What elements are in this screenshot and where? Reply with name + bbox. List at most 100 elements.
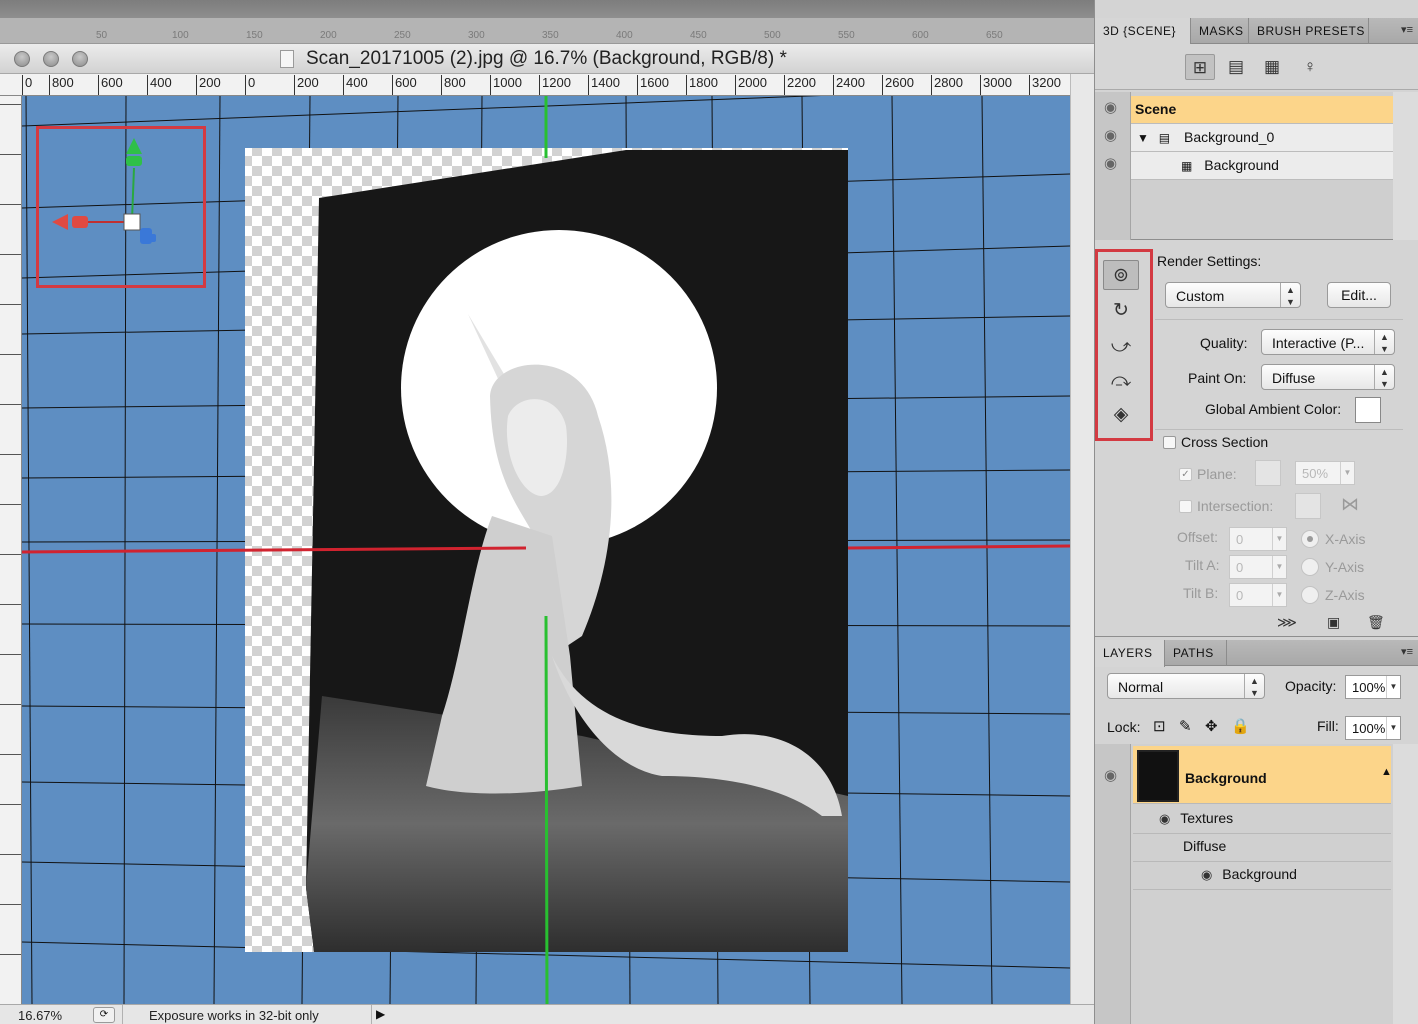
status-menu-arrow-icon[interactable]: ▶	[376, 1007, 385, 1021]
tab-brush-presets[interactable]: BRUSH PRESETS	[1249, 18, 1369, 44]
plane-checkbox[interactable]: ✓	[1179, 468, 1192, 481]
ruler-label: 800	[49, 75, 74, 95]
diffuse-label: Diffuse	[1183, 838, 1227, 854]
layer-effect-diffuse[interactable]: Diffuse	[1133, 834, 1391, 862]
tab-3d-scene[interactable]: 3D {SCENE}	[1095, 18, 1191, 45]
mesh-icon[interactable]: ▤	[1221, 54, 1251, 80]
flip-plane-icon[interactable]: ⋈	[1341, 494, 1359, 515]
photoshop-window: ▸▸ 50 100 150 200 250 300 350 400 450 50…	[0, 0, 1418, 1024]
opacity-field[interactable]: 100% ▼	[1345, 675, 1401, 699]
document-canvas[interactable]	[22, 96, 1070, 1004]
quality-select[interactable]: Interactive (P... ▲ ▼	[1261, 329, 1395, 355]
eye-icon[interactable]: ◉	[1104, 154, 1117, 172]
tilt-a-value: 0	[1236, 560, 1244, 575]
scene-list: ◉ ◉ ◉ Scene ▼ ▤ Background_0 ▦ Backgroun…	[1095, 92, 1418, 240]
minimize-window-button[interactable]	[43, 51, 59, 67]
scene-item-scene[interactable]: Scene	[1131, 96, 1393, 124]
opacity-label: Opacity:	[1285, 678, 1337, 694]
tab-layers[interactable]: LAYERS	[1095, 640, 1165, 667]
ruler-tick	[0, 954, 21, 1004]
ruler-label: 400	[343, 75, 368, 95]
cross-section-checkbox[interactable]	[1163, 436, 1176, 449]
ruler-label: 1600	[637, 75, 669, 95]
zoom-window-button[interactable]	[72, 51, 88, 67]
intersection-color-swatch[interactable]	[1295, 493, 1321, 519]
lock-pixels-icon[interactable]: ✎	[1179, 717, 1192, 735]
scene-item-background[interactable]: ▦ Background	[1131, 152, 1393, 180]
plane-opacity-value: 50%	[1302, 466, 1329, 481]
horizontal-ruler[interactable]: 0 800 600 400 200 0 200 400 600 800 1000…	[0, 74, 1070, 96]
ruler-tick	[0, 454, 21, 504]
ruler-tick	[0, 504, 21, 554]
lock-position-icon[interactable]: ✥	[1205, 717, 1218, 735]
paint-on-label: Paint On:	[1188, 370, 1247, 386]
status-info-icon[interactable]: ⟳	[93, 1007, 115, 1023]
vertical-scrollbar[interactable]	[1070, 74, 1094, 1004]
panel-menu-icon[interactable]: ▾≡	[1401, 645, 1413, 658]
plane-opacity-field[interactable]: 50% ▼	[1295, 461, 1355, 485]
close-window-button[interactable]	[14, 51, 30, 67]
ruler-label: 200	[294, 75, 319, 95]
paint-on-select[interactable]: Diffuse ▲ ▼	[1261, 364, 1395, 390]
render-settings-label: Render Settings:	[1157, 253, 1262, 269]
scene-tabbar: 3D {SCENE} MASKS BRUSH PRESETS ▾≡	[1095, 18, 1418, 45]
eye-icon[interactable]: ◉	[1104, 126, 1117, 144]
fill-field[interactable]: 100% ▼	[1345, 716, 1401, 740]
offset-field[interactable]: 0 ▼	[1229, 527, 1287, 551]
layer-effect-diffuse-background[interactable]: ◉ Background	[1133, 862, 1391, 890]
blend-mode-select[interactable]: Normal ▲ ▼	[1107, 673, 1265, 699]
lock-all-icon[interactable]: 🔒	[1231, 717, 1250, 735]
ruler-tick	[0, 554, 21, 604]
tab-masks[interactable]: MASKS	[1191, 18, 1249, 44]
new-light-icon[interactable]: ▣	[1327, 614, 1340, 631]
z-axis-radio[interactable]	[1301, 586, 1319, 604]
ruler-tick	[0, 754, 21, 804]
status-message: Exposure works in 32-bit only	[122, 1005, 372, 1024]
layer-row-background[interactable]: Background	[1133, 746, 1391, 804]
plane-color-swatch[interactable]	[1255, 460, 1281, 486]
intersection-checkbox[interactable]	[1179, 500, 1192, 513]
toggle-ground-plane-icon[interactable]: ⋙	[1277, 614, 1297, 631]
layers-scrollbar[interactable]	[1393, 744, 1418, 1024]
render-preset-select[interactable]: Custom ▲ ▼	[1165, 282, 1301, 308]
panel-menu-icon[interactable]: ▾≡	[1401, 23, 1413, 36]
collapse-triangle-icon[interactable]: ▼	[1137, 131, 1149, 145]
eye-icon[interactable]: ◉	[1104, 98, 1117, 116]
eye-icon[interactable]: ◉	[1104, 766, 1117, 784]
plane-label: Plane:	[1197, 466, 1237, 482]
layer-effect-textures[interactable]: ◉ Textures	[1133, 806, 1391, 834]
tilt-b-field[interactable]: 0 ▼	[1229, 583, 1287, 607]
scene-icon[interactable]: ⊞	[1185, 54, 1215, 80]
lock-transparency-icon[interactable]: ⊡	[1153, 717, 1166, 735]
tab-paths[interactable]: PATHS	[1165, 640, 1227, 666]
tilt-b-value: 0	[1236, 588, 1244, 603]
dropdown-arrow-icon: ▼	[1272, 584, 1286, 606]
select-arrows-icon: ▲ ▼	[1374, 365, 1394, 389]
scene-list-scrollbar[interactable]	[1393, 92, 1418, 240]
delete-icon[interactable]: 🗑	[1367, 614, 1385, 631]
paint-on-value: Diffuse	[1272, 370, 1316, 386]
x-axis-radio[interactable]	[1301, 530, 1319, 548]
collapse-up-icon[interactable]: ▲	[1381, 766, 1392, 778]
y-axis-label: Y-Axis	[1325, 559, 1365, 575]
mesh-small-icon: ▤	[1158, 131, 1171, 145]
vertical-ruler[interactable]	[0, 96, 22, 1004]
zoom-level[interactable]: 16.67%	[18, 1008, 62, 1023]
ruler-tick	[0, 354, 21, 404]
status-bar: 16.67% ⟳ Exposure works in 32-bit only ▶	[0, 1004, 1094, 1024]
edit-render-button[interactable]: Edit...	[1327, 282, 1391, 308]
tilt-a-field[interactable]: 0 ▼	[1229, 555, 1287, 579]
eye-icon[interactable]: ◉	[1159, 811, 1170, 826]
scene-item-label: Background_0	[1184, 129, 1275, 145]
y-axis-radio[interactable]	[1301, 558, 1319, 576]
layers-tabbar: LAYERS PATHS ▾≡	[1095, 640, 1418, 667]
ambient-color-swatch[interactable]	[1355, 397, 1381, 423]
light-icon[interactable]: ♀	[1295, 54, 1325, 80]
tilt-b-label: Tilt B:	[1183, 585, 1219, 601]
right-panel-dock: 3D {SCENE} MASKS BRUSH PRESETS ▾≡ ⊞ ▤ ▦ …	[1094, 0, 1418, 1024]
material-icon[interactable]: ▦	[1257, 54, 1287, 80]
eye-icon[interactable]: ◉	[1201, 867, 1212, 882]
scene-item-background-0[interactable]: ▼ ▤ Background_0	[1131, 124, 1393, 152]
ruler-tick	[0, 404, 21, 454]
bg-ruler-label: 200	[320, 30, 337, 41]
